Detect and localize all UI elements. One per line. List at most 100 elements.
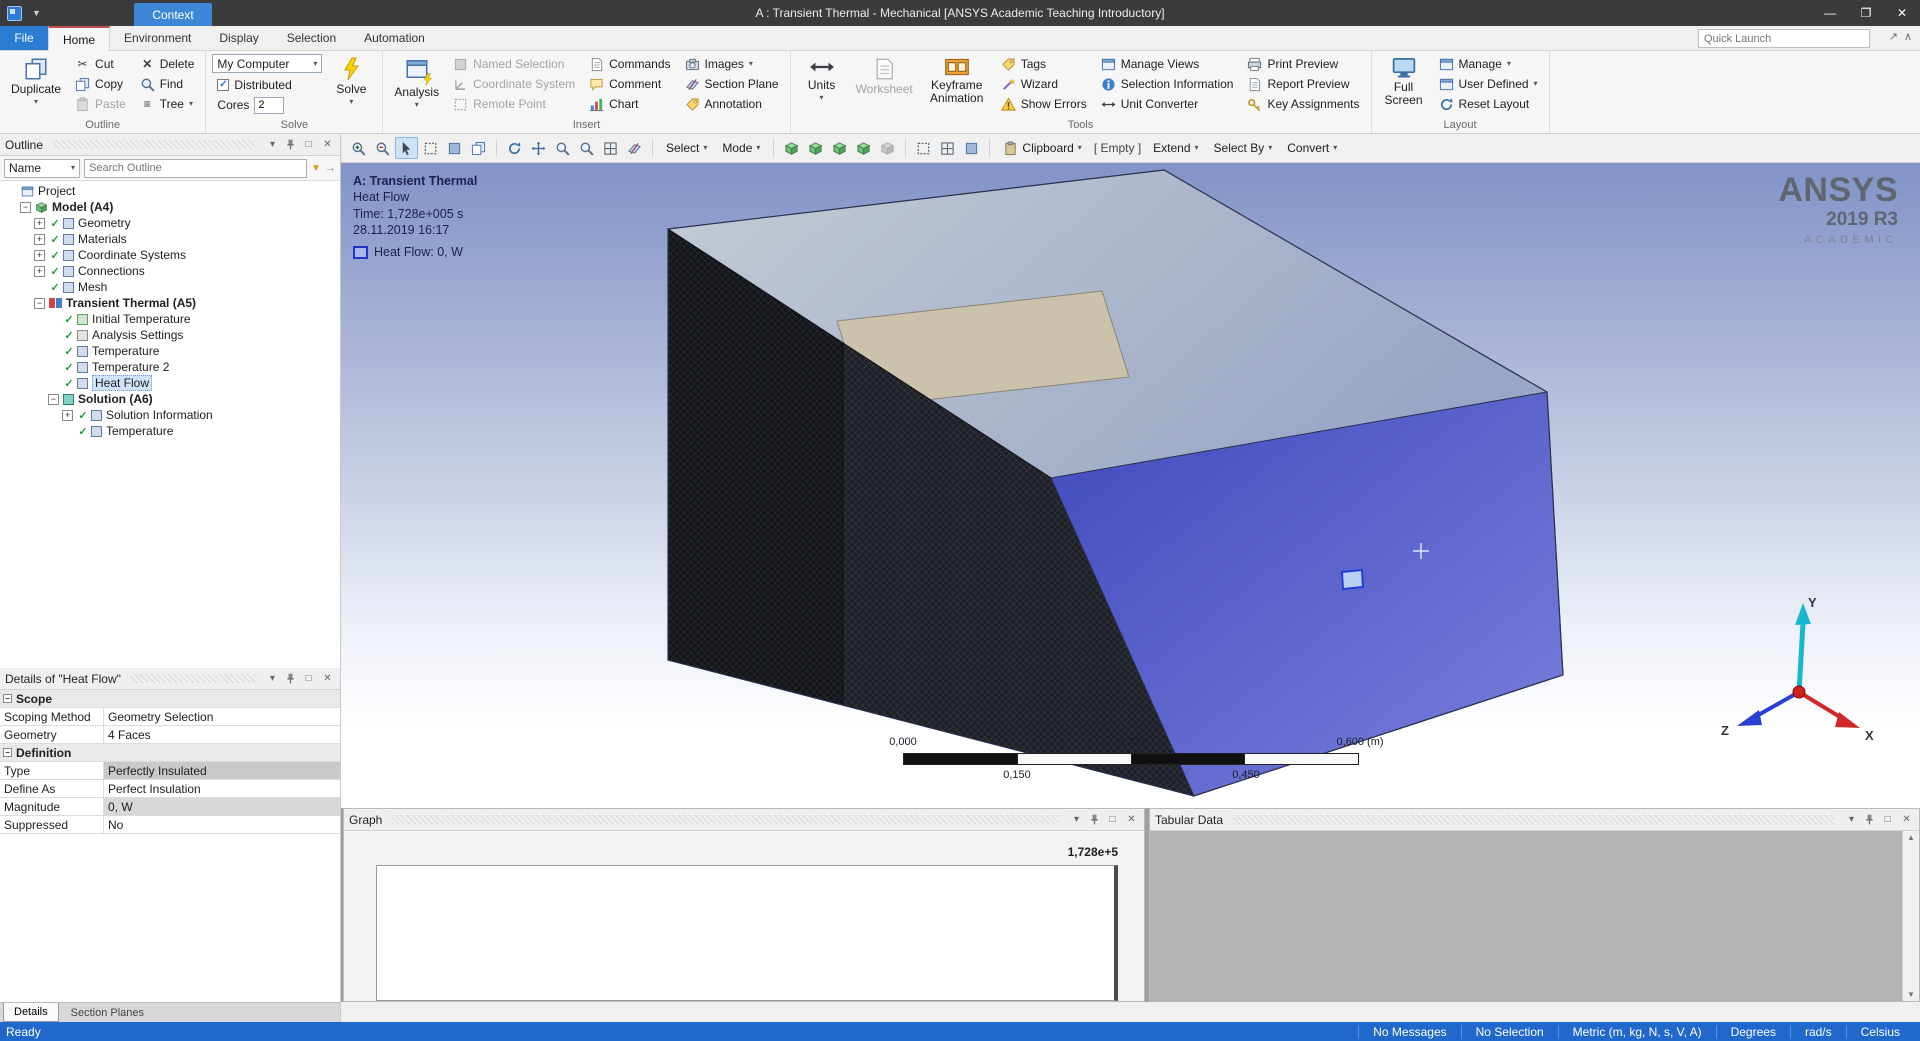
manage-button[interactable]: Manage ▾	[1434, 54, 1543, 74]
details-panel-header[interactable]: Details of "Heat Flow" ▾ □ ✕	[0, 668, 340, 690]
extend-dropdown[interactable]: Extend ▾	[1146, 137, 1205, 159]
minimize-button[interactable]: —	[1812, 0, 1848, 26]
status-temperature-unit[interactable]: Celsius	[1845, 1024, 1914, 1039]
tree-item-project[interactable]: −Project	[0, 183, 340, 199]
worksheet-button[interactable]: Worksheet	[851, 54, 918, 96]
delete-button[interactable]: ✕ Delete	[135, 54, 200, 74]
selection-information-button[interactable]: Selection Information	[1096, 74, 1239, 94]
paste-button[interactable]: Paste	[70, 94, 131, 114]
chevron-down-icon[interactable]: ▾	[265, 137, 280, 152]
close-panel-icon[interactable]: ✕	[1124, 812, 1139, 827]
triad-x-arrow[interactable]	[1835, 712, 1860, 728]
units-button[interactable]: Units ▾	[797, 54, 847, 102]
wireframe-button[interactable]	[912, 137, 935, 159]
tree-item-mesh[interactable]: +✓Mesh	[0, 279, 340, 295]
details-row-geometry[interactable]: Geometry 4 Faces	[0, 726, 340, 744]
graph-panel-header[interactable]: Graph ▾ □ ✕	[344, 809, 1144, 831]
solve-button[interactable]: Solve ▾	[326, 54, 376, 106]
distributed-checkbox[interactable]: ✓ Distributed	[212, 75, 322, 95]
detail-value[interactable]: Perfect Insulation	[104, 780, 340, 797]
unit-converter-button[interactable]: Unit Converter	[1096, 94, 1239, 114]
cut-button[interactable]: ✂ Cut	[70, 54, 131, 74]
status-angular-velocity-unit[interactable]: rad/s	[1789, 1024, 1846, 1039]
rotate-button[interactable]	[503, 137, 526, 159]
expand-expander-icon[interactable]: +	[34, 249, 45, 261]
collapse-ribbon-icon[interactable]: ∧	[1904, 30, 1912, 43]
section-plane-button[interactable]: Section Plane	[680, 74, 784, 94]
triad-z-arrow[interactable]	[1737, 710, 1762, 726]
close-panel-icon[interactable]: ✕	[1899, 812, 1914, 827]
edge-filter-button[interactable]	[804, 137, 827, 159]
panel-drag-grip[interactable]	[53, 140, 255, 149]
manage-views-button[interactable]: Manage Views	[1096, 54, 1239, 74]
tab-home[interactable]: Home	[48, 26, 111, 51]
annotation-button[interactable]: Annotation	[680, 94, 784, 114]
select-dropdown[interactable]: Select ▾	[659, 137, 714, 159]
panel-drag-grip[interactable]	[392, 815, 1059, 824]
tree-item-solution-information[interactable]: + ✓ Solution Information	[0, 407, 340, 423]
heat-flow-marker[interactable]	[1340, 568, 1365, 591]
details-section-definition[interactable]: − Definition	[0, 744, 340, 762]
pan-button[interactable]	[527, 137, 550, 159]
clipboard-dropdown[interactable]: Clipboard ▾	[996, 137, 1088, 159]
images-button[interactable]: Images ▾	[680, 54, 784, 74]
detail-value[interactable]: 4 Faces	[104, 726, 340, 743]
wizard-button[interactable]: Wizard	[996, 74, 1092, 94]
analysis-button[interactable]: Analysis ▾	[389, 54, 444, 109]
zoom-to-fit-button[interactable]	[599, 137, 622, 159]
detail-value[interactable]: Perfectly Insulated	[104, 762, 340, 779]
detail-value[interactable]: 0, W	[104, 798, 340, 815]
details-row-define-as[interactable]: Define As Perfect Insulation	[0, 780, 340, 798]
triad-origin[interactable]	[1792, 685, 1806, 699]
pin-icon[interactable]	[284, 138, 297, 151]
triad[interactable]: Y X Z	[1721, 595, 1874, 743]
cores-input[interactable]	[254, 96, 285, 114]
box-select-button[interactable]	[419, 137, 442, 159]
tree-item-solution[interactable]: − Solution (A6)	[0, 391, 340, 407]
chevron-down-icon[interactable]: ▾	[1069, 812, 1084, 827]
float-panel-icon[interactable]: □	[301, 671, 316, 686]
details-row-scoping-method[interactable]: Scoping Method Geometry Selection	[0, 708, 340, 726]
expand-expander-icon[interactable]: +	[34, 233, 45, 245]
key-assignments-button[interactable]: Key Assignments	[1242, 94, 1364, 114]
chevron-down-icon[interactable]: ▾	[265, 671, 280, 686]
tab-environment[interactable]: Environment	[110, 26, 205, 50]
report-preview-button[interactable]: Report Preview	[1242, 74, 1364, 94]
named-selection-button[interactable]: Named Selection	[448, 54, 580, 74]
pin-icon[interactable]	[1088, 813, 1101, 826]
mode-dropdown[interactable]: Mode ▾	[715, 137, 767, 159]
expand-expander-icon[interactable]: +	[34, 265, 45, 277]
tree-item-materials[interactable]: + ✓ Materials	[0, 231, 340, 247]
tree-item-analysis-settings[interactable]: +✓Analysis Settings	[0, 327, 340, 343]
print-preview-button[interactable]: Print Preview	[1242, 54, 1364, 74]
tree-item-model[interactable]: − Model (A4)	[0, 199, 340, 215]
close-button[interactable]: ✕	[1884, 0, 1920, 26]
float-panel-icon[interactable]: □	[301, 137, 316, 152]
show-errors-button[interactable]: Show Errors	[996, 94, 1092, 114]
collapse-expander-icon[interactable]: −	[34, 297, 45, 309]
tab-file[interactable]: File	[0, 26, 48, 50]
solve-target-select[interactable]: My Computer ▾	[212, 54, 323, 73]
status-angle-unit[interactable]: Degrees	[1715, 1024, 1790, 1039]
duplicate-button[interactable]: Duplicate ▾	[6, 54, 66, 106]
expand-expander-icon[interactable]: +	[34, 217, 45, 229]
status-messages[interactable]: No Messages	[1358, 1024, 1460, 1039]
lasso-select-button[interactable]	[467, 137, 490, 159]
chart-button[interactable]: Chart	[584, 94, 675, 114]
quick-launch-box[interactable]	[1698, 29, 1870, 48]
keyframe-animation-button[interactable]: Keyframe Animation	[922, 54, 992, 105]
geometry-viewport[interactable]: Y X Z A: Transient Thermal Heat Flow Tim…	[341, 163, 1920, 808]
outline-search-box[interactable]	[84, 158, 308, 178]
graph-chart-area[interactable]	[376, 865, 1118, 1001]
expand-search-icon[interactable]: →	[325, 162, 336, 174]
quick-access-caret-icon[interactable]: ▼	[32, 8, 41, 18]
tab-selection[interactable]: Selection	[273, 26, 350, 50]
collapse-section-icon[interactable]: −	[3, 748, 12, 757]
details-section-scope[interactable]: − Scope	[0, 690, 340, 708]
coordinate-system-button[interactable]: Coordinate System	[448, 74, 580, 94]
close-panel-icon[interactable]: ✕	[320, 137, 335, 152]
tab-details[interactable]: Details	[3, 1003, 59, 1022]
detail-value[interactable]: No	[104, 816, 340, 833]
tree-item-temperature-2[interactable]: +✓Temperature 2	[0, 359, 340, 375]
full-screen-button[interactable]: Full Screen	[1378, 54, 1430, 107]
